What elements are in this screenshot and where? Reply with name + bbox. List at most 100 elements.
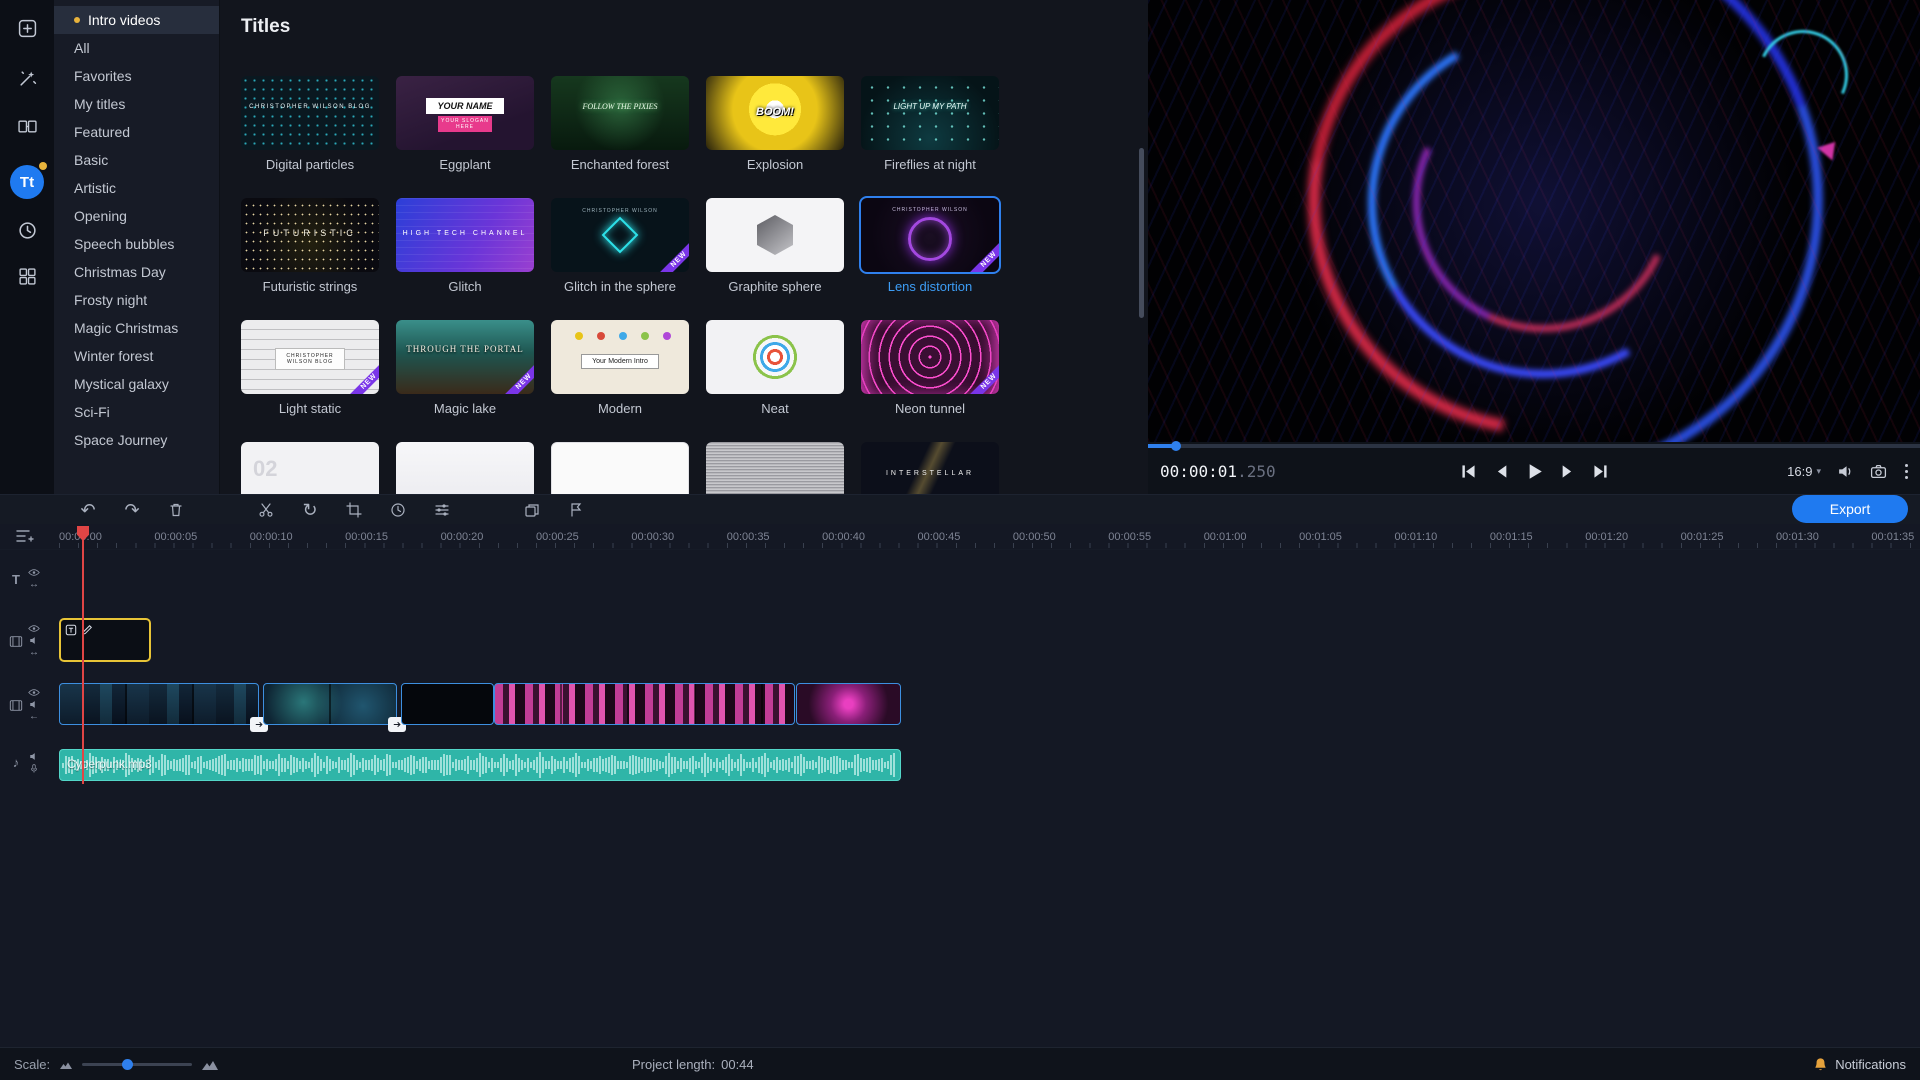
redo-button[interactable]: ↷ [122,500,142,520]
video-clip-3[interactable] [401,683,494,725]
title-card-modern[interactable]: Your Modern Intro Modern [551,320,689,416]
track-visibility-icon[interactable] [28,688,40,697]
track-arrow-icon[interactable]: ← [29,712,39,722]
skip-to-end-button[interactable] [1592,463,1609,480]
title-card-partial-5[interactable]: INTERSTELLAR [861,442,999,494]
sidebar-item-all[interactable]: All [54,34,219,62]
undo-button[interactable]: ↶ [78,500,98,520]
sidebar-item-space-journey[interactable]: Space Journey [54,426,219,454]
title-card-explosion[interactable]: BOOM! Explosion [706,76,844,172]
title-card-neon-tunnel[interactable]: NEW Neon tunnel [861,320,999,416]
title-card-thumbnail[interactable] [396,442,534,494]
sidebar-item-speech-bubbles[interactable]: Speech bubbles [54,230,219,258]
title-card-partial-1[interactable]: 02 [241,442,379,494]
title-card-graphite-sphere[interactable]: Graphite sphere [706,198,844,294]
titles-panel-scrollbar[interactable] [1139,148,1144,318]
track-link-icon[interactable]: ↔ [29,648,39,658]
video-clip-4[interactable] [494,683,795,725]
color-adjustments-button[interactable] [432,500,452,520]
title-card-digital-particles[interactable]: CHRISTOPHER WILSON BLOG Digital particle… [241,76,379,172]
aspect-ratio-dropdown[interactable]: 16:9▾ [1787,464,1821,479]
track-mute-icon[interactable] [28,636,40,645]
title-card-thumbnail[interactable] [706,198,844,272]
previous-frame-button[interactable] [1493,463,1510,480]
title-card-thumbnail[interactable] [706,320,844,394]
title-clip-selected[interactable] [59,618,151,662]
title-card-thumbnail[interactable] [551,442,689,494]
sidebar-item-mystical-galaxy[interactable]: Mystical galaxy [54,370,219,398]
notifications-button[interactable]: Notifications [1813,1048,1906,1080]
title-card-fireflies-at-night[interactable]: LIGHT UP MY PATH Fireflies at night [861,76,999,172]
title-card-thumbnail[interactable]: HIGH TECH CHANNEL [396,198,534,272]
next-frame-button[interactable] [1559,463,1576,480]
add-marker-button[interactable] [566,500,586,520]
sidebar-item-favorites[interactable]: Favorites [54,62,219,90]
filters-button[interactable] [10,64,44,98]
volume-button[interactable] [1837,463,1854,480]
title-card-lens-distortion[interactable]: CHRISTOPHER WILSON NEW Lens distortion [861,198,999,294]
track-mute-icon[interactable] [28,752,40,761]
title-card-eggplant[interactable]: YOUR NAME YOUR SLOGAN HERE Eggplant [396,76,534,172]
snapshot-camera-button[interactable] [1870,463,1887,480]
title-card-thumbnail[interactable]: INTERSTELLAR [861,442,999,494]
audio-clip[interactable] [59,749,901,781]
title-card-thumbnail[interactable]: CHRISTOPHER WILSON BLOG NEW [241,320,379,394]
play-button[interactable] [1526,463,1543,480]
copy-properties-button[interactable] [522,500,542,520]
title-card-thumbnail[interactable] [706,442,844,494]
timeline-scale-slider[interactable] [82,1063,192,1066]
stickers-button[interactable] [10,262,44,296]
zoom-out-icon[interactable] [60,1061,72,1069]
transitions-button[interactable] [10,112,44,146]
title-card-neat[interactable]: Neat [706,320,844,416]
title-card-glitch-in-the-sphere[interactable]: CHRISTOPHER WILSON NEW Glitch in the sph… [551,198,689,294]
delete-button[interactable] [166,500,186,520]
title-card-enchanted-forest[interactable]: FOLLOW THE PIXIES Enchanted forest [551,76,689,172]
title-card-thumbnail[interactable]: YOUR NAME YOUR SLOGAN HERE [396,76,534,150]
sidebar-item-basic[interactable]: Basic [54,146,219,174]
crop-button[interactable] [344,500,364,520]
rotate-button[interactable]: ↻ [300,500,320,520]
title-card-thumbnail[interactable]: THROUGH THE PORTAL NEW [396,320,534,394]
title-card-thumbnail[interactable]: FUTURISTIC [241,198,379,272]
sidebar-item-christmas-day[interactable]: Christmas Day [54,258,219,286]
more-options-button[interactable] [1903,462,1910,481]
video-clip-1[interactable] [59,683,259,725]
sidebar-item-magic-christmas[interactable]: Magic Christmas [54,314,219,342]
sidebar-item-featured[interactable]: Featured [54,118,219,146]
title-card-light-static[interactable]: CHRISTOPHER WILSON BLOG NEW Light static [241,320,379,416]
sidebar-item-my-titles[interactable]: My titles [54,90,219,118]
video-clip-2[interactable] [263,683,397,725]
title-card-glitch[interactable]: HIGH TECH CHANNEL Glitch [396,198,534,294]
video-clip-5[interactable] [796,683,901,725]
split-button[interactable] [256,500,276,520]
title-card-thumbnail[interactable]: CHRISTOPHER WILSON NEW [551,198,689,272]
track-visibility-icon[interactable] [28,624,40,633]
playhead[interactable] [82,526,84,784]
sidebar-item-artistic[interactable]: Artistic [54,174,219,202]
title-card-thumbnail[interactable]: LIGHT UP MY PATH [861,76,999,150]
sidebar-item-sci-fi[interactable]: Sci-Fi [54,398,219,426]
title-card-partial-4[interactable] [706,442,844,494]
title-card-thumbnail[interactable]: CHRISTOPHER WILSON NEW [861,198,999,272]
clip-speed-button[interactable] [388,500,408,520]
track-link-icon[interactable]: ↔ [29,580,39,590]
effects-button[interactable] [10,216,44,250]
title-card-thumbnail[interactable]: 02 [241,442,379,494]
skip-to-start-button[interactable] [1460,463,1477,480]
title-card-magic-lake[interactable]: THROUGH THE PORTAL NEW Magic lake [396,320,534,416]
sidebar-item-winter-forest[interactable]: Winter forest [54,342,219,370]
timeline-ruler[interactable]: 00:00:00 00:00:05 00:00:10 00:00:15 00:0… [0,524,1920,550]
sidebar-item-frosty-night[interactable]: Frosty night [54,286,219,314]
export-button[interactable]: Export [1792,495,1908,523]
sidebar-item-opening[interactable]: Opening [54,202,219,230]
preview-video-frame[interactable] [1148,0,1920,442]
import-media-button[interactable] [10,14,44,48]
track-management-button[interactable] [16,528,34,544]
title-card-thumbnail[interactable]: NEW [861,320,999,394]
title-card-partial-2[interactable] [396,442,534,494]
title-card-thumbnail[interactable]: CHRISTOPHER WILSON BLOG [241,76,379,150]
sidebar-item-intro-videos[interactable]: Intro videos [54,6,219,34]
track-visibility-icon[interactable] [28,568,40,577]
titles-button[interactable]: Tt [10,165,44,199]
